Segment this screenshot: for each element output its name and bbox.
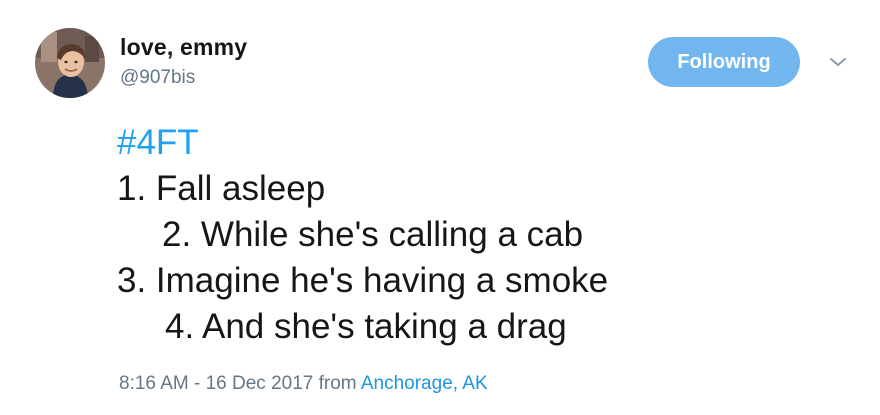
avatar[interactable] <box>35 28 105 98</box>
avatar-image <box>35 28 105 98</box>
following-button[interactable]: Following <box>648 37 800 87</box>
chevron-down-icon <box>830 58 846 66</box>
tweet-line-1: 1. Fall asleep <box>117 169 326 208</box>
author-name[interactable]: love, emmy <box>120 34 247 61</box>
from-label: from <box>318 373 357 394</box>
hashtag-link[interactable]: #4FT <box>117 120 608 166</box>
tweet-menu-button[interactable] <box>826 52 850 72</box>
author-handle[interactable]: @907bis <box>120 67 195 89</box>
tweet-card: love, emmy @907bis Following #4FT 1. Fal… <box>0 0 880 415</box>
tweet-line-4: 4. And she's taking a drag <box>165 307 567 346</box>
tweet-text: #4FT 1. Fall asleep 2. While she's calli… <box>117 120 608 350</box>
tweet-timestamp[interactable]: 8:16 AM - 16 Dec 2017 <box>119 373 313 394</box>
location-link[interactable]: Anchorage, AK <box>361 373 488 394</box>
tweet-meta: 8:16 AM - 16 Dec 2017 from Anchorage, AK <box>119 373 488 395</box>
tweet-line-3: 3. Imagine he's having a smoke <box>117 261 609 300</box>
tweet-line-2: 2. While she's calling a cab <box>162 215 584 254</box>
